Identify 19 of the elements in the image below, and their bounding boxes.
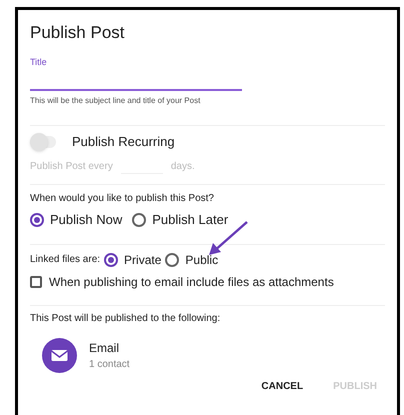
- radio-option[interactable]: Publish Now: [30, 210, 122, 230]
- radio-option[interactable]: Private: [104, 250, 162, 268]
- destination-name: Email: [89, 340, 120, 356]
- helper-text: This will be the subject line and title of your Post: [30, 95, 202, 107]
- destination-detail: 1 contact: [89, 358, 130, 372]
- destinations-heading: This Post will be published to the following:: [30, 312, 222, 326]
- radio-option[interactable]: Public: [165, 250, 218, 268]
- question-text: When would you like to publish this Post?: [30, 192, 215, 206]
- switch-label: Publish Recurring: [72, 133, 175, 152]
- dialog-title: Publish Post: [30, 22, 126, 44]
- field-label: Title: [30, 56, 48, 68]
- linked-files-label: Linked files are:: [30, 253, 100, 267]
- dialog-button[interactable]: CANCEL: [253, 374, 312, 398]
- email-icon: [42, 338, 77, 372]
- attachments-checkbox[interactable]: When publishing to email include files as attachments: [30, 272, 385, 290]
- radio-option[interactable]: Publish Later: [132, 210, 228, 230]
- recurring-switch[interactable]: [30, 136, 56, 148]
- days-label: days.: [170, 160, 195, 174]
- every-label: Publish Post every: [30, 160, 113, 174]
